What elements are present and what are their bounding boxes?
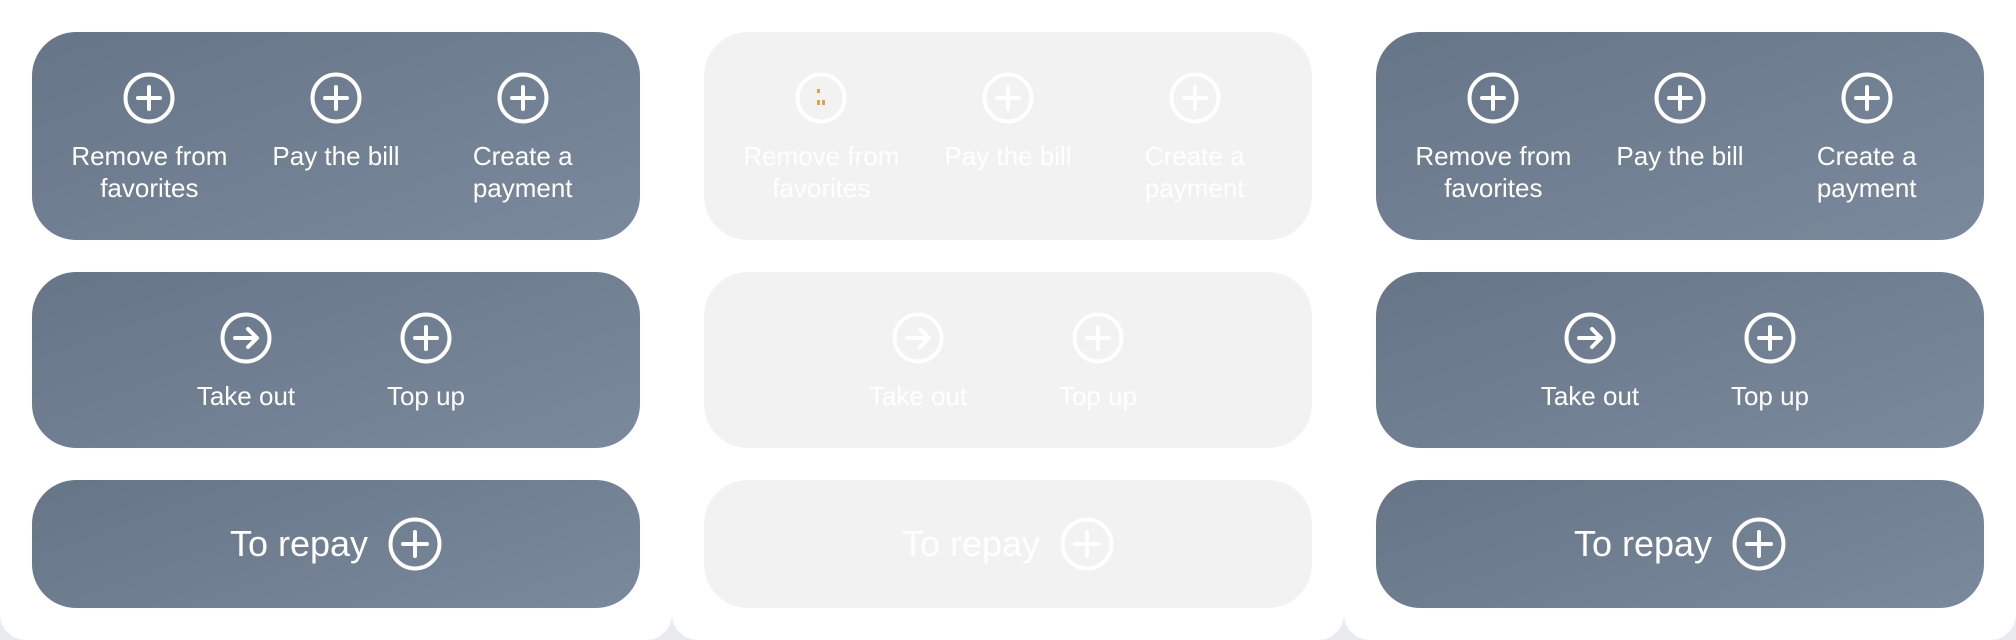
plus-circle-icon	[1072, 312, 1124, 364]
take-out-button[interactable]: Take out	[1500, 272, 1680, 412]
plus-circle-icon	[1841, 72, 1893, 124]
action-label: Take out	[196, 381, 296, 411]
remove-from-favorites-button[interactable]: Remove from favorites	[56, 32, 243, 204]
variant-panel-default: Remove from favorites Pay the bill Creat…	[0, 0, 672, 640]
action-label: Take out	[868, 381, 968, 411]
to-repay-button: To repay	[704, 480, 1312, 608]
action-label: Top up	[386, 381, 466, 411]
wallet-actions-card: Take out Top up	[1376, 272, 1984, 448]
plus-circle-icon	[1732, 517, 1786, 571]
top-up-button[interactable]: Top up	[1680, 272, 1860, 412]
to-repay-content: To repay	[1574, 517, 1786, 571]
top-up-button: Top up	[1008, 272, 1188, 412]
plus-circle-icon	[1169, 72, 1221, 124]
remove-from-favorites-button[interactable]: Remove from favorites	[1400, 32, 1587, 204]
create-a-payment-button: Create a payment	[1101, 32, 1288, 204]
plus-circle-icon	[1467, 72, 1519, 124]
to-repay-label: To repay	[901, 523, 1041, 564]
to-repay-content: To repay	[230, 517, 442, 571]
pay-the-bill-button[interactable]: Pay the bill	[243, 32, 430, 172]
favorites-actions-card: Remove from favorites Pay the bill Creat…	[704, 32, 1312, 240]
action-label: Create a payment	[472, 141, 573, 203]
plus-circle-icon	[388, 517, 442, 571]
action-label: Top up	[1730, 381, 1810, 411]
plus-circle-icon	[310, 72, 362, 124]
wallet-actions-card: Take out Top up	[32, 272, 640, 448]
plus-circle-icon	[795, 72, 847, 124]
action-label: Pay the bill	[272, 141, 400, 171]
action-label: Remove from favorites	[1415, 141, 1572, 203]
action-label: Create a payment	[1144, 141, 1245, 203]
to-repay-content: To repay	[902, 517, 1114, 571]
favorites-actions-card: Remove from favorites Pay the bill Creat…	[32, 32, 640, 240]
remove-from-favorites-button: Remove from favorites	[728, 32, 915, 204]
plus-circle-icon	[982, 72, 1034, 124]
arrow-right-circle-icon	[220, 312, 272, 364]
action-label: Remove from favorites	[743, 141, 900, 203]
plus-circle-icon	[497, 72, 549, 124]
pay-the-bill-button[interactable]: Pay the bill	[1587, 32, 1774, 172]
to-repay-label: To repay	[1573, 523, 1713, 564]
variant-panel-disabled: Remove from favorites Pay the bill Creat…	[672, 0, 1344, 640]
create-a-payment-button[interactable]: Create a payment	[1773, 32, 1960, 204]
plus-circle-icon	[1744, 312, 1796, 364]
arrow-right-circle-icon	[1564, 312, 1616, 364]
action-label: Top up	[1058, 381, 1138, 411]
action-label: Pay the bill	[1616, 141, 1744, 171]
pay-the-bill-button: Pay the bill	[915, 32, 1102, 172]
take-out-button[interactable]: Take out	[156, 272, 336, 412]
plus-circle-icon	[1060, 517, 1114, 571]
to-repay-button[interactable]: To repay	[1376, 480, 1984, 608]
create-a-payment-button[interactable]: Create a payment	[429, 32, 616, 204]
to-repay-label: To repay	[229, 523, 369, 564]
top-up-button[interactable]: Top up	[336, 272, 516, 412]
action-label: Create a payment	[1816, 141, 1917, 203]
plus-circle-icon	[400, 312, 452, 364]
plus-circle-icon	[1654, 72, 1706, 124]
action-label: Remove from favorites	[71, 141, 228, 203]
variant-panel-default-2: Remove from favorites Pay the bill Creat…	[1344, 0, 2016, 640]
arrow-right-circle-icon	[892, 312, 944, 364]
wallet-actions-card: Take out Top up	[704, 272, 1312, 448]
plus-circle-icon	[123, 72, 175, 124]
action-label: Pay the bill	[944, 141, 1072, 171]
action-label: Take out	[1540, 381, 1640, 411]
favorites-actions-card: Remove from favorites Pay the bill Creat…	[1376, 32, 1984, 240]
to-repay-button[interactable]: To repay	[32, 480, 640, 608]
take-out-button: Take out	[828, 272, 1008, 412]
